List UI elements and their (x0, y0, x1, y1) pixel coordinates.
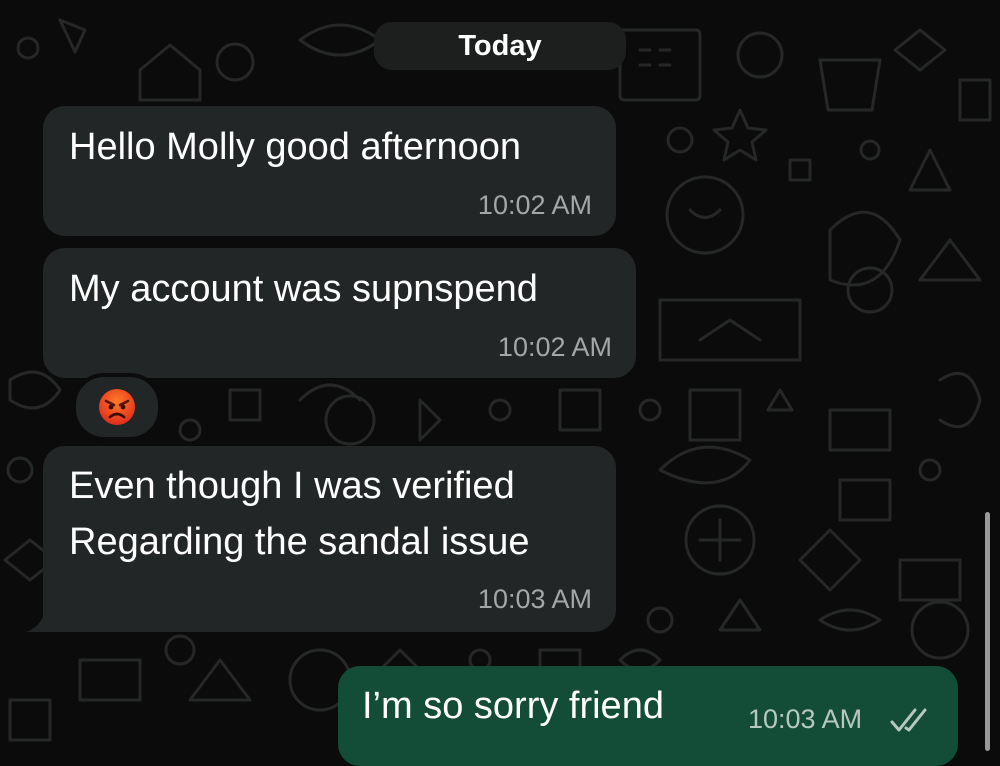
date-separator: Today (374, 22, 626, 70)
outgoing-message[interactable]: I’m so sorry friend 10:03 AM (338, 666, 958, 766)
message-text: Regarding the sandal issue (69, 521, 530, 563)
message-text: I’m so sorry friend (362, 685, 664, 727)
chat-thread[interactable]: Today Hello Molly good afternoon 10:02 A… (0, 0, 1000, 766)
message-text: Hello Molly good afternoon (69, 126, 522, 168)
date-label: Today (458, 29, 542, 62)
message-time: 10:02 AM (477, 190, 592, 220)
incoming-message[interactable]: My account was supnspend 10:02 AM (43, 248, 636, 378)
angry-face-icon (99, 389, 135, 425)
message-time: 10:02 AM (497, 332, 612, 362)
message-text: Even though I was verified (69, 465, 515, 507)
message-text: My account was supnspend (69, 268, 538, 310)
incoming-message[interactable]: Even though I was verified Regarding the… (43, 446, 616, 632)
scrollbar[interactable] (985, 512, 990, 751)
message-reaction[interactable] (72, 373, 162, 441)
double-check-icon (890, 708, 927, 732)
incoming-message[interactable]: Hello Molly good afternoon 10:02 AM (43, 106, 616, 236)
message-time: 10:03 AM (477, 584, 592, 614)
